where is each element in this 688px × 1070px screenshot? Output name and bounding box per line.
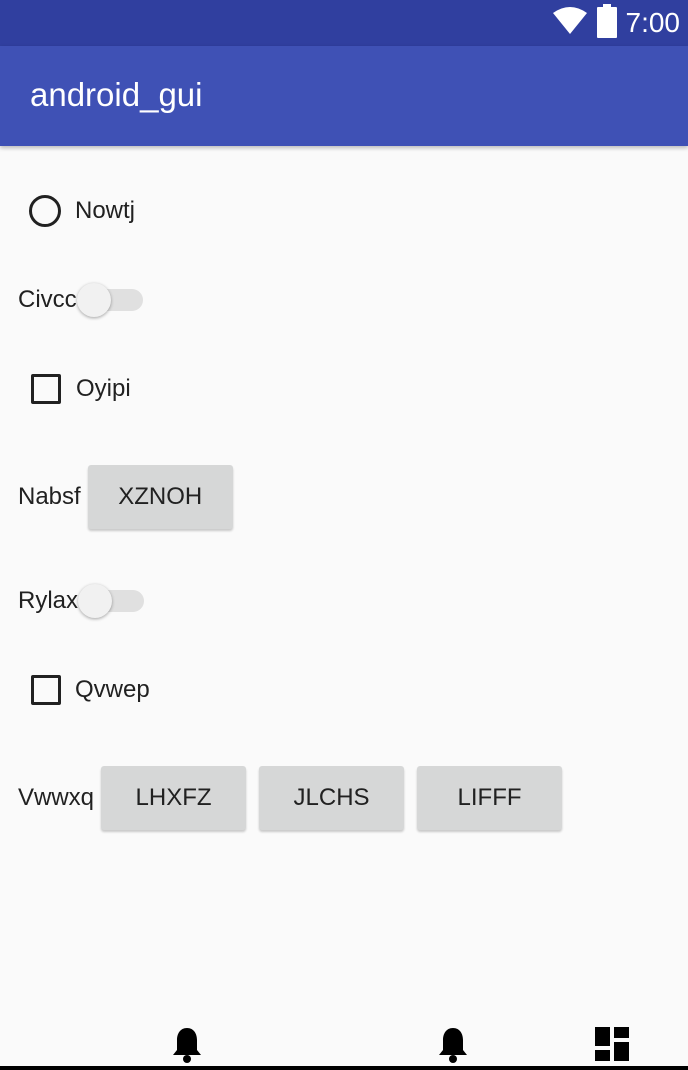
status-bar: 7:00 (0, 0, 688, 46)
battery-icon (596, 3, 618, 43)
app-title: android_gui (30, 76, 203, 113)
checkbox[interactable] (31, 675, 61, 705)
nav-bottom-line (0, 1066, 688, 1070)
switch-rylax[interactable] (78, 584, 145, 618)
checkbox[interactable] (31, 374, 61, 404)
checkbox-option-qvwep[interactable]: Qvwep (31, 674, 150, 706)
radio-button[interactable] (29, 195, 61, 227)
status-icons: 7:00 (552, 3, 681, 43)
lhxfz-button[interactable]: LHXFZ (101, 766, 247, 830)
wifi-icon (552, 6, 588, 40)
switch-row-rylax: Rylax (18, 583, 145, 619)
button-row-label-nabsf: Nabsf (18, 483, 81, 510)
bell-icon[interactable] (171, 1026, 203, 1069)
button-row-vwwxq: Vwwxq LHXFZ JLCHS LIFFF (18, 765, 563, 831)
app-bar: android_gui (0, 46, 688, 146)
switch-thumb[interactable] (76, 283, 111, 317)
switch-label-rylax: Rylax (18, 587, 79, 614)
switch-thumb[interactable] (78, 584, 113, 618)
jlchs-button[interactable]: JLCHS (259, 766, 405, 830)
switch-row-civcc: Civcc (18, 282, 143, 318)
lifff-button[interactable]: LIFFF (417, 766, 563, 830)
checkbox-label-qvwep: Qvwep (75, 676, 150, 703)
status-time: 7:00 (625, 7, 681, 38)
radio-label: Nowtj (75, 197, 136, 224)
switch-civcc[interactable] (76, 283, 143, 317)
checkbox-option-oyipi[interactable]: Oyipi (31, 373, 131, 405)
bottom-nav (0, 1018, 688, 1070)
button-row-label-vwwxq: Vwwxq (18, 784, 95, 811)
dashboard-icon[interactable] (595, 1027, 629, 1066)
bell-icon[interactable] (437, 1026, 469, 1069)
switch-label-civcc: Civcc (18, 286, 77, 313)
button-row-nabsf: Nabsf XZNOH (18, 464, 233, 530)
xznoh-button[interactable]: XZNOH (87, 465, 233, 529)
checkbox-label-oyipi: Oyipi (76, 375, 131, 402)
radio-option-nowtj[interactable]: Nowtj (29, 194, 135, 228)
